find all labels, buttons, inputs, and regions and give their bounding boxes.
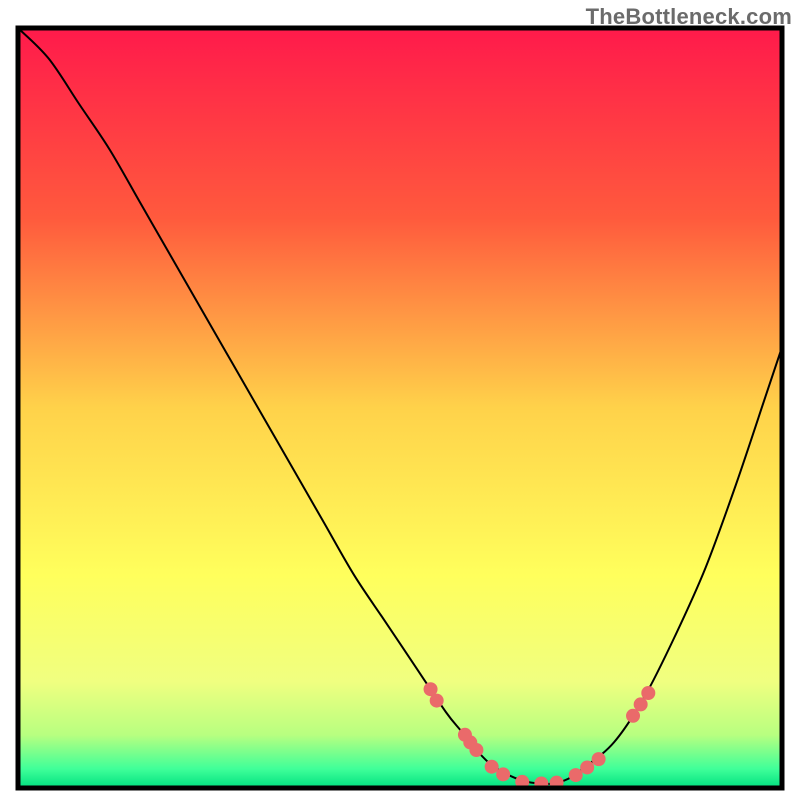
highlight-dot bbox=[580, 760, 594, 774]
watermark-text: TheBottleneck.com bbox=[586, 4, 792, 30]
highlight-dot bbox=[626, 709, 640, 723]
highlight-dot bbox=[569, 768, 583, 782]
chart-background bbox=[18, 28, 782, 788]
highlight-dot bbox=[641, 686, 655, 700]
highlight-dot bbox=[485, 760, 499, 774]
highlight-dot bbox=[592, 752, 606, 766]
highlight-dot bbox=[469, 743, 483, 757]
bottleneck-chart bbox=[0, 0, 800, 800]
chart-stage: TheBottleneck.com bbox=[0, 0, 800, 800]
highlight-dot bbox=[634, 697, 648, 711]
highlight-dot bbox=[496, 767, 510, 781]
highlight-dot bbox=[430, 694, 444, 708]
